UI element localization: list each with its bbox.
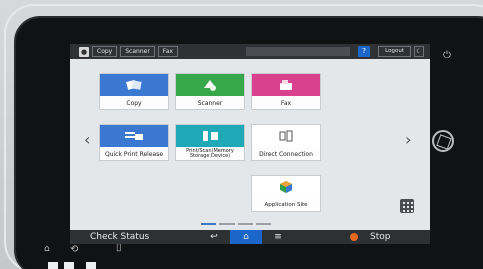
device-strip — [86, 262, 96, 269]
tile-label: Application Site — [264, 201, 308, 208]
top-bar: ● Copy Scanner Fax ? Logout ☾ — [70, 44, 430, 59]
tab-fax[interactable]: Fax — [157, 46, 178, 57]
tile-label: Quick Print Release — [104, 150, 164, 158]
check-status-button[interactable]: Check Status — [70, 232, 198, 242]
message-area — [246, 47, 351, 56]
tab-scanner[interactable]: Scanner — [120, 46, 155, 57]
user-icon[interactable]: ● — [79, 46, 89, 57]
device-strip — [64, 262, 74, 269]
tile-label: Direct Connection — [259, 150, 313, 158]
scanner-icon — [176, 74, 244, 96]
fax-icon — [252, 74, 320, 96]
energy-saver-button[interactable]: ☾ — [414, 46, 424, 57]
device-photo: ⏻ ⌂ ⟲ ▯ ● Copy Scanner Fax ? Logout ☾ ‹ … — [0, 0, 483, 269]
menu-icon[interactable]: ≡ — [262, 230, 294, 244]
home-icon[interactable]: ⌂ — [230, 230, 262, 244]
tile-label: Fax — [280, 99, 292, 107]
tile-scanner[interactable]: Scanner — [175, 73, 245, 110]
direct-connection-icon — [252, 125, 320, 147]
tile-direct-connection[interactable]: Direct Connection — [251, 124, 321, 161]
touch-screen: ● Copy Scanner Fax ? Logout ☾ ‹ › Copy S… — [70, 44, 430, 244]
login-hw-icon[interactable]: ⟲ — [70, 244, 78, 255]
page-indicator — [201, 223, 271, 225]
copy-icon — [100, 74, 168, 96]
bottom-bar: Check Status ↩ ⌂ ≡ Stop — [70, 230, 430, 244]
home-hw-icon[interactable]: ⌂ — [44, 244, 50, 254]
tile-application-site[interactable]: Application Site — [251, 175, 321, 212]
tile-quick-print-release[interactable]: Quick Print Release — [99, 124, 169, 161]
tile-label: Copy — [126, 99, 142, 107]
back-icon[interactable]: ↩ — [198, 230, 230, 244]
app-list-icon[interactable] — [400, 199, 414, 213]
device-strip — [48, 262, 58, 269]
tile-fax[interactable]: Fax — [251, 73, 321, 110]
power-icon[interactable]: ⏻ — [443, 50, 451, 61]
stop-icon[interactable] — [350, 233, 358, 241]
tab-copy[interactable]: Copy — [92, 46, 118, 57]
previous-page-arrow[interactable]: ‹ — [84, 132, 90, 148]
memory-storage-icon — [176, 125, 244, 147]
page-dot — [237, 223, 253, 225]
tile-print-scan-memory[interactable]: Print/Scan(Memory Storage Device) — [175, 124, 245, 161]
next-page-arrow[interactable]: › — [405, 132, 411, 148]
nfc-reader-icon — [432, 130, 454, 152]
print-release-icon — [100, 125, 168, 147]
page-dot — [219, 223, 235, 225]
application-site-icon — [252, 176, 320, 198]
logout-button[interactable]: Logout — [378, 46, 411, 57]
help-button[interactable]: ? — [358, 46, 371, 57]
stop-button[interactable]: Stop — [370, 232, 390, 242]
page-dot — [201, 223, 217, 225]
tile-label: Scanner — [197, 99, 223, 107]
page-dot — [255, 223, 271, 225]
tile-copy[interactable]: Copy — [99, 73, 169, 110]
tile-label: Print/Scan(Memory Storage Device) — [186, 147, 234, 159]
